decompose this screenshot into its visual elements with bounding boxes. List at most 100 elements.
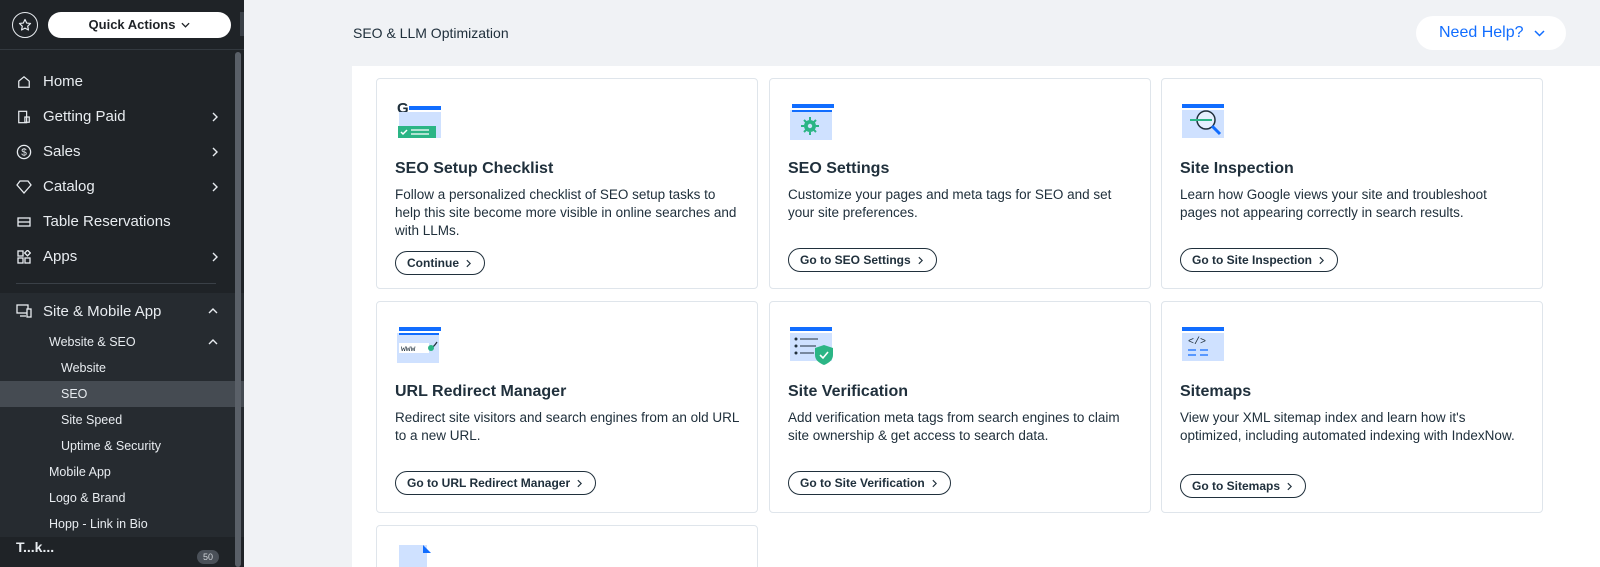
card-seo-settings: SEO Settings Customize your pages and me… <box>769 78 1151 289</box>
card-site-verification: Site Verification Add verification meta … <box>769 301 1151 513</box>
card-title: SEO Settings <box>788 160 890 177</box>
button-label: Go to Site Inspection <box>1192 253 1313 267</box>
button-label: Continue <box>407 256 459 270</box>
card-title: Sitemaps <box>1180 383 1252 400</box>
go-to-site-inspection-button[interactable]: Go to Site Inspection <box>1180 248 1339 272</box>
sidebar-item-mobile-app[interactable]: Mobile App <box>0 459 244 485</box>
sidebar-item-sales[interactable]: $ Sales <box>0 134 244 169</box>
chevron-right-icon <box>577 479 583 487</box>
sidebar-group-site: Site & Mobile App Website & SEO Website … <box>0 293 244 537</box>
card-description: View your XML sitemap index and learn ho… <box>1180 410 1515 443</box>
svg-text:</>: </> <box>1188 336 1206 348</box>
need-help-button[interactable]: Need Help? <box>1416 16 1566 50</box>
favorites-button[interactable] <box>12 11 38 38</box>
card-title: Site Inspection <box>1180 160 1294 177</box>
go-to-sitemaps-button[interactable]: Go to Sitemaps <box>1180 474 1307 498</box>
star-icon <box>18 18 32 31</box>
sidebar-item-site-speed[interactable]: Site Speed <box>0 407 244 433</box>
catalog-icon <box>16 179 32 195</box>
sidebar-item-label: Catalog <box>43 178 95 195</box>
document-illustration-icon <box>395 545 445 567</box>
sidebar-item-website[interactable]: Website <box>0 355 244 381</box>
card-title: Site Verification <box>788 383 909 400</box>
card-description: Learn how Google views your site and tro… <box>1180 187 1487 220</box>
card-description: Follow a personalized checklist of SEO s… <box>395 187 737 238</box>
sidebar-item-catalog[interactable]: Catalog <box>0 169 244 204</box>
card-url-redirect-manager: www URL Redirect Manager Redirect site v… <box>376 301 758 513</box>
sidebar-item-seo[interactable]: SEO <box>0 381 244 407</box>
chevron-down-icon <box>181 22 191 28</box>
sidebar-item-label: Site Speed <box>61 413 123 427</box>
devices-icon <box>16 303 32 319</box>
card-title: URL Redirect Manager <box>395 383 567 400</box>
sidebar: Quick Actions Home Getting Paid $ Sales … <box>0 0 244 567</box>
chevron-right-icon <box>918 256 923 264</box>
card-partial <box>376 525 758 567</box>
sidebar-item-table-reservations[interactable]: Table Reservations <box>0 204 244 239</box>
verification-illustration-icon <box>788 321 838 369</box>
sidebar-item-apps[interactable]: Apps <box>0 239 244 274</box>
sidebar-item-label: Table Reservations <box>43 213 171 230</box>
continue-button[interactable]: Continue <box>395 251 485 275</box>
checklist-illustration-icon: G <box>395 98 445 146</box>
button-label: Go to Site Verification <box>800 476 925 490</box>
sidebar-item-label: SEO <box>61 387 88 401</box>
sidebar-item-label: Site & Mobile App <box>43 302 162 320</box>
button-label: Go to SEO Settings <box>800 253 911 267</box>
need-help-label: Need Help? <box>1439 24 1524 41</box>
sidebar-item-label: Uptime & Security <box>61 439 162 453</box>
sidebar-scrollbar[interactable] <box>235 52 241 567</box>
page-title: SEO & LLM Optimization <box>353 25 509 41</box>
chevron-up-icon <box>208 339 218 345</box>
sidebar-item-label: T...k... <box>16 539 55 555</box>
home-icon <box>16 74 32 90</box>
sidebar-item-label: Hopp - Link in Bio <box>49 517 148 531</box>
sidebar-item-getting-paid[interactable]: Getting Paid <box>0 99 244 134</box>
sidebar-item-label: Apps <box>43 248 78 265</box>
svg-text:$: $ <box>21 147 27 158</box>
sidebar-item-label: Sales <box>43 143 81 160</box>
sidebar-item-hopp[interactable]: Hopp - Link in Bio <box>0 511 244 537</box>
svg-text:www: www <box>401 345 416 354</box>
chevron-right-icon <box>932 479 937 487</box>
card-description: Add verification meta tags from search e… <box>788 410 1120 443</box>
chevron-right-icon <box>212 252 218 261</box>
chevron-up-icon <box>208 308 218 314</box>
sidebar-item-label: Getting Paid <box>43 108 126 125</box>
sidebar-item-label: Logo & Brand <box>49 491 126 505</box>
card-description: Customize your pages and meta tags for S… <box>788 187 1112 220</box>
chevron-right-icon <box>466 259 471 267</box>
count-badge: 50 <box>197 550 219 564</box>
sidebar-top: Quick Actions <box>0 0 244 50</box>
sidebar-item-label: Website & SEO <box>49 335 136 349</box>
chevron-right-icon <box>212 112 218 121</box>
sidebar-item-website-seo[interactable]: Website & SEO <box>0 329 244 355</box>
table-icon <box>16 214 32 230</box>
card-description: Redirect site visitors and search engine… <box>395 410 739 443</box>
sidebar-item-uptime-security[interactable]: Uptime & Security <box>0 433 244 459</box>
sidebar-item-label: Home <box>43 73 84 90</box>
redirect-illustration-icon: www <box>395 321 445 369</box>
quick-actions-label: Quick Actions <box>88 17 176 32</box>
go-to-site-verification-button[interactable]: Go to Site Verification <box>788 471 951 495</box>
card-site-inspection: Site Inspection Learn how Google views y… <box>1161 78 1543 289</box>
invoice-icon <box>16 109 32 125</box>
sidebar-item-logo-brand[interactable]: Logo & Brand <box>0 485 244 511</box>
go-to-seo-settings-button[interactable]: Go to SEO Settings <box>788 248 937 272</box>
sidebar-divider <box>16 283 216 284</box>
go-to-url-redirect-manager-button[interactable]: Go to URL Redirect Manager <box>395 471 597 495</box>
chevron-right-icon <box>1287 482 1293 490</box>
sidebar-item-home[interactable]: Home <box>0 64 244 99</box>
chevron-right-icon <box>212 147 218 156</box>
settings-illustration-icon <box>788 98 838 146</box>
content-area: G SEO Setup Checklist Follow a personali… <box>352 66 1600 567</box>
card-title: SEO Setup Checklist <box>395 160 554 177</box>
quick-actions-button[interactable]: Quick Actions <box>48 11 231 38</box>
button-label: Go to Sitemaps <box>1192 479 1281 493</box>
inspection-illustration-icon <box>1180 98 1230 146</box>
sidebar-item-site-mobile-app[interactable]: Site & Mobile App <box>0 293 244 329</box>
sidebar-item-label: Website <box>61 361 106 375</box>
top-bar: SEO & LLM Optimization Need Help? <box>244 0 1600 66</box>
chevron-down-icon <box>1533 29 1545 37</box>
card-seo-setup-checklist: G SEO Setup Checklist Follow a personali… <box>376 78 758 289</box>
